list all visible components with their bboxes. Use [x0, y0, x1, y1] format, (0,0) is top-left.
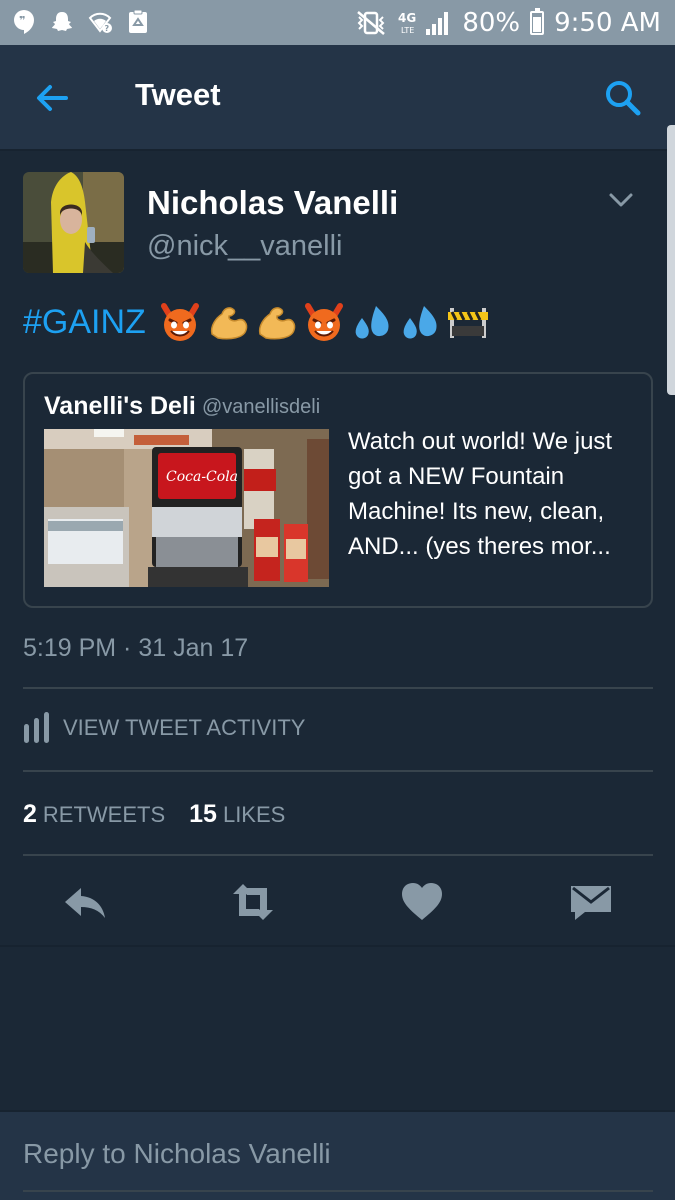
svg-text:Coca-Cola: Coca-Cola [166, 469, 238, 485]
reply-icon[interactable] [61, 878, 109, 926]
smiling-imp-emoji [304, 303, 343, 341]
status-bar: ❞ ? 4G LTE 80% 9:50 AM [0, 0, 675, 45]
tweet-timestamp: 5:19 PM · 31 Jan 17 [23, 634, 249, 662]
battery-icon [530, 7, 545, 35]
hashtag-link[interactable]: #GAINZ [23, 303, 146, 342]
analytics-bars-icon [24, 712, 49, 743]
flexed-biceps-emoji [258, 307, 296, 340]
reply-composer: Reply to Nicholas Vanelli [0, 1110, 675, 1200]
notification-icons: ❞ ? [12, 9, 150, 35]
wifi-question-icon: ? [88, 12, 112, 33]
hangouts-icon: ❞ [14, 10, 34, 34]
snapchat-icon [52, 12, 72, 31]
flexed-biceps-emoji [210, 307, 248, 340]
sweat-droplets-emoji [403, 306, 437, 339]
quoted-author-name: Vanelli's Deli [44, 392, 196, 420]
system-status: 4G LTE 80% 9:50 AM [354, 0, 661, 45]
page-title: Tweet [135, 77, 221, 112]
recycle-clipboard-icon [129, 9, 147, 33]
quoted-tweet-text: Watch out world! We just got a NEW Fount… [348, 428, 613, 560]
clock: 9:50 AM [554, 7, 661, 38]
sweat-droplets-emoji [355, 306, 389, 339]
reply-input-underline [23, 1190, 653, 1192]
quoted-tweet-card[interactable]: Vanelli's Deli @vanellisdeli Coca-Cola W… [23, 372, 653, 608]
svg-text:❞: ❞ [19, 14, 25, 27]
vibrate-mute-icon [357, 10, 386, 35]
search-icon[interactable] [603, 78, 643, 118]
svg-text:?: ? [105, 24, 110, 33]
retweets-label[interactable]: RETWEETS [43, 802, 165, 828]
engagement-stats: 2 RETWEETS 15 LIKES [23, 800, 309, 829]
tweet-actions [0, 870, 675, 932]
retweets-count[interactable]: 2 [23, 800, 37, 829]
author-handle[interactable]: @nick__vanelli [147, 230, 342, 263]
section-divider [0, 945, 675, 947]
svg-text:4G: 4G [398, 11, 416, 25]
svg-text:LTE: LTE [401, 26, 414, 35]
view-tweet-activity-label: VIEW TWEET ACTIVITY [63, 715, 306, 740]
tweet-body: #GAINZ [23, 300, 490, 344]
battery-percentage: 80% [462, 7, 521, 38]
app-bar: Tweet [0, 45, 675, 151]
likes-count[interactable]: 15 [189, 800, 217, 829]
divider [23, 687, 653, 689]
reply-input[interactable]: Reply to Nicholas Vanelli [23, 1138, 653, 1178]
author-name[interactable]: Nicholas Vanelli [147, 184, 398, 222]
scrollbar-thumb[interactable] [667, 125, 675, 395]
quoted-tweet-image[interactable]: Coca-Cola [44, 429, 329, 587]
construction-barrier-emoji [447, 308, 488, 338]
author-avatar[interactable] [23, 172, 124, 273]
view-tweet-activity-button[interactable]: VIEW TWEET ACTIVITY [23, 712, 305, 744]
chevron-down-icon[interactable] [606, 188, 636, 212]
back-arrow-icon[interactable] [32, 78, 72, 118]
quoted-author-handle: @vanellisdeli [202, 396, 321, 418]
retweet-icon[interactable] [229, 878, 277, 926]
divider [23, 854, 653, 856]
heart-icon[interactable] [398, 878, 446, 926]
direct-message-icon[interactable] [567, 878, 615, 926]
likes-label[interactable]: LIKES [223, 802, 285, 828]
divider [23, 770, 653, 772]
signal-4g-lte-icon: 4G LTE [398, 11, 449, 35]
smiling-imp-emoji [160, 303, 199, 341]
